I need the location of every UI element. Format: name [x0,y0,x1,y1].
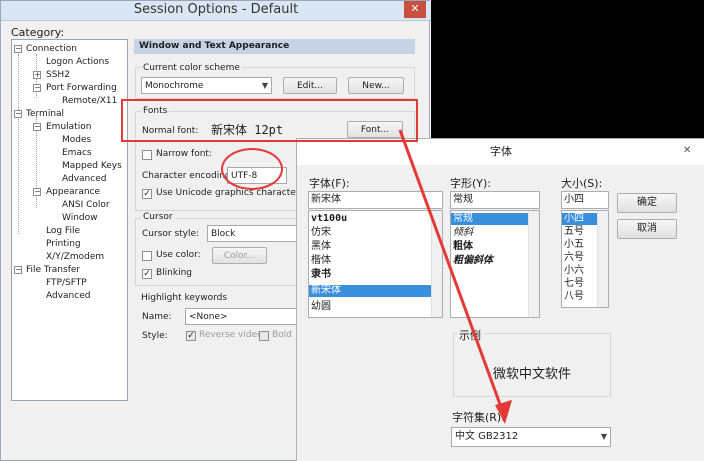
annotation-arrow [398,129,512,424]
